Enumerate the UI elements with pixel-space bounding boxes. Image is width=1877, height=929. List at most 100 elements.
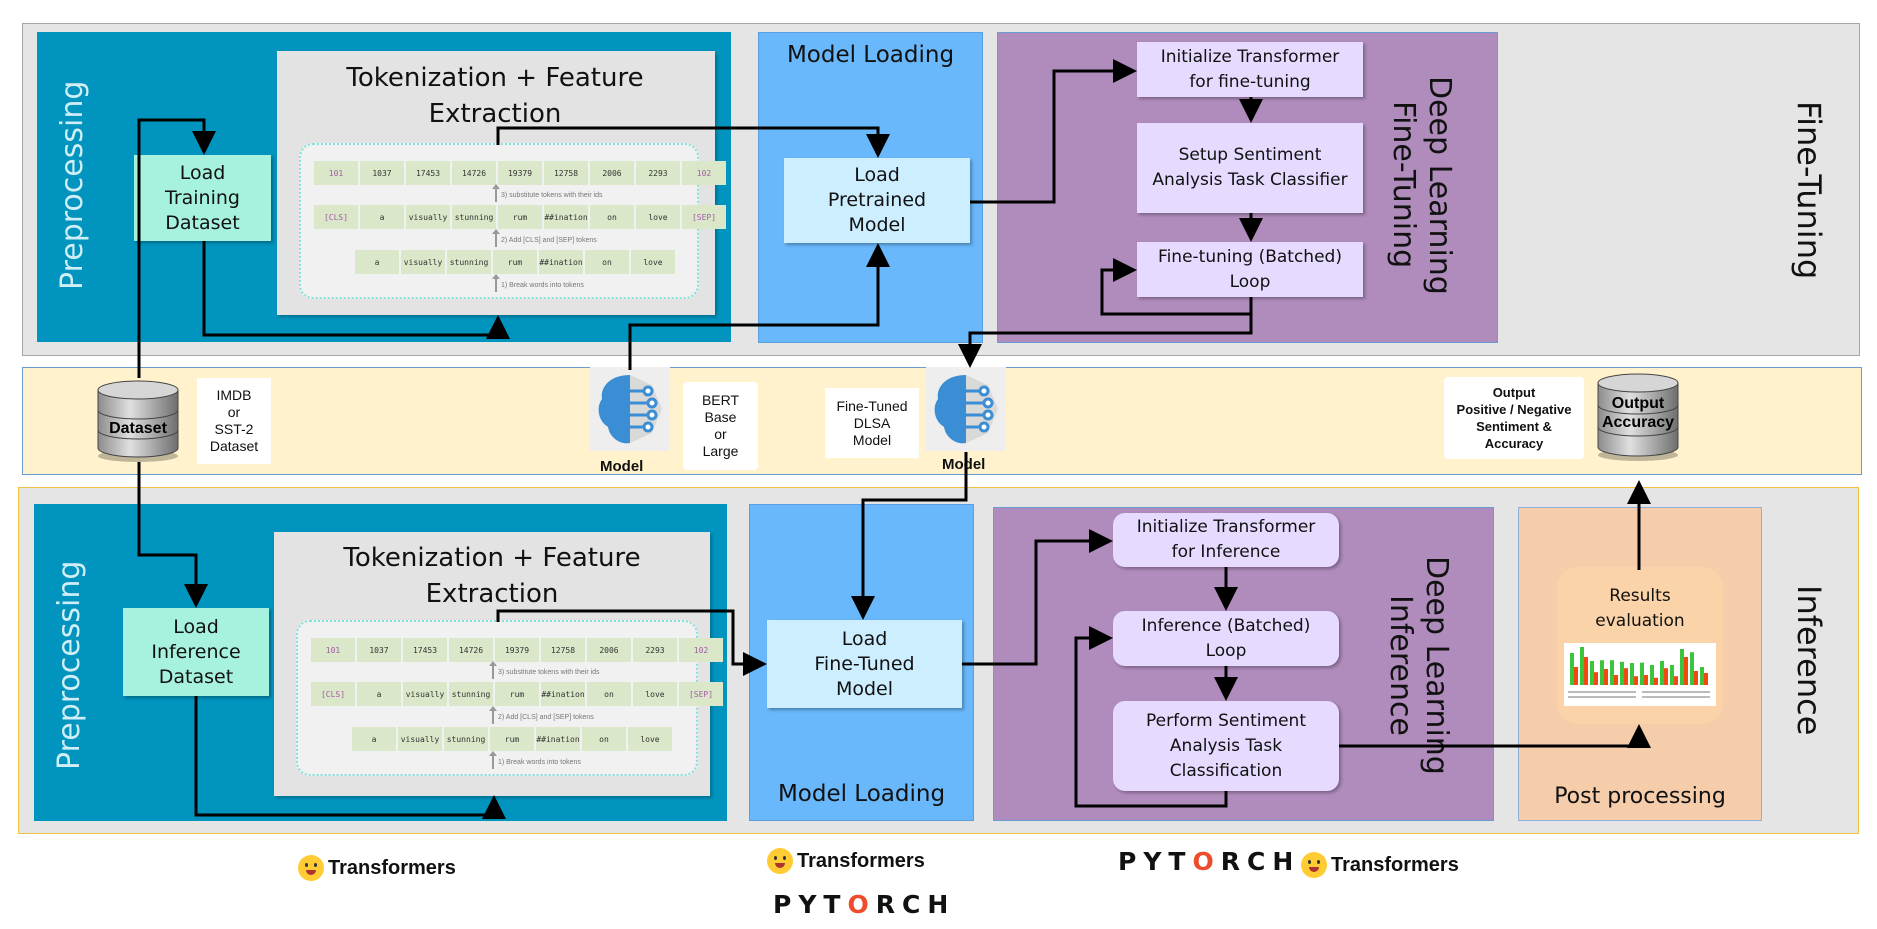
dataset-note: IMDB or SST-2 Dataset [197,378,271,464]
token: visually [403,682,447,706]
model2-label: Model [942,456,986,473]
thumb-bar-green [1690,652,1694,685]
tokenization-example-bottom: 101 1037 17453 14726 19379 12758 2006 22… [296,620,723,776]
thumb-bar-green [1620,661,1624,685]
load-finetuned-model-box[interactable]: Load Fine-Tuned Model [767,620,962,708]
tokenization-title-bottom: Tokenization + Feature Extraction [343,543,641,609]
dataset-db-label: Dataset [109,420,167,437]
thumb-bar-green [1660,661,1664,685]
transformers-text: Transformers [797,849,925,872]
token: stunning [449,682,493,706]
pytorch-logo-deep-learning: PYTORCH [1118,847,1301,876]
token-id: 14726 [452,161,496,185]
token: a [357,682,401,706]
thumb-bar-red [1594,672,1598,685]
token: stunning [444,727,488,751]
hugging-face-icon [1301,852,1327,878]
results-chart-thumbnail [1564,643,1716,706]
thumb-bar-red [1644,675,1648,685]
preprocessing-label-top: Preprocessing [55,80,90,290]
token-id: 12758 [544,161,588,185]
thumb-bar-green [1590,661,1594,685]
token-id: 17453 [406,161,450,185]
thumb-bar-green [1650,665,1654,685]
token: love [636,205,680,229]
token-id: 102 [682,161,726,185]
transformers-logo-deep-learning: Transformers [1301,852,1459,878]
thumb-text-line [1568,696,1636,698]
token: rum [490,727,534,751]
token: ##ination [544,205,588,229]
post-processing-label: Post processing [1554,784,1726,809]
step3-caption: 3) substitute tokens with their ids [489,661,600,679]
finetuned-model-icon[interactable] [926,367,1006,451]
thumb-bar-green [1610,660,1614,685]
load-inference-dataset-box[interactable]: Load Inference Dataset [123,608,269,696]
thumb-bar-red [1674,676,1678,685]
step1-caption: 1) Break words into tokens [489,751,581,769]
step2-caption: 2) Add [CLS] and [SEP] tokens [492,229,597,247]
token-id: 17453 [403,638,447,662]
deep-learning-inference-label: Deep Learning Inference [1383,555,1454,775]
token: love [633,682,677,706]
thumb-bar-red [1684,657,1688,685]
finetuning-section-label: Fine-Tuning [1790,100,1828,280]
token: on [585,250,629,274]
token-id: 2006 [587,638,631,662]
bert-note: BERT Base or Large [683,382,758,470]
token: ##ination [541,682,585,706]
transformers-logo-preprocessing: Transformers [298,855,456,881]
token-id: 14726 [449,638,493,662]
thumb-bar-green [1570,653,1574,685]
token-id: 2293 [633,638,677,662]
token-ids-row: 101 1037 17453 14726 19379 12758 2006 22… [314,161,726,185]
step2-caption: 2) Add [CLS] and [SEP] tokens [489,706,594,724]
inference-loop-box[interactable]: Inference (Batched) Loop [1113,611,1339,666]
token: stunning [452,205,496,229]
initialize-transformer-finetune-box[interactable]: Initialize Transformer for fine-tuning [1137,42,1363,97]
token-id: 1037 [360,161,404,185]
thumb-bar-red [1694,671,1698,685]
token: a [360,205,404,229]
load-training-dataset-box[interactable]: Load Training Dataset [134,155,271,241]
token: ##ination [539,250,583,274]
token-id: 101 [314,161,358,185]
output-accuracy-db-label: Output Accuracy [1601,395,1675,431]
setup-classifier-box[interactable]: Setup Sentiment Analysis Task Classifier [1137,123,1363,213]
preprocessing-label-bottom: Preprocessing [52,560,87,770]
token: [CLS] [311,682,355,706]
step1-caption: 1) Break words into tokens [492,274,584,292]
transformers-text: Transformers [328,856,456,879]
thumb-text-line [1642,696,1710,698]
load-pretrained-model-box[interactable]: Load Pretrained Model [784,158,970,243]
token: a [355,250,399,274]
thumb-bar-green [1600,660,1604,685]
token-id: 12758 [541,638,585,662]
token: love [631,250,675,274]
token: visually [398,727,442,751]
token: rum [493,250,537,274]
thumb-bar-green [1640,662,1644,685]
special-tokens-row: [CLS] a visually stunning rum ##ination … [314,205,726,229]
tokenization-example-top: 101 1037 17453 14726 19379 12758 2006 22… [299,143,726,299]
perform-classification-box[interactable]: Perform Sentiment Analysis Task Classifi… [1113,701,1339,791]
thumb-bar-red [1574,667,1578,685]
tokens-row: a visually stunning rum ##ination on lov… [355,250,675,274]
thumb-bar-red [1654,677,1658,685]
token: ##ination [536,727,580,751]
thumb-bar-red [1614,675,1618,685]
token: visually [401,250,445,274]
token-id: 2006 [590,161,634,185]
tokens-row: a visually stunning rum ##ination on lov… [352,727,672,751]
token: on [590,205,634,229]
bert-model-icon[interactable] [590,367,670,451]
token: [CLS] [314,205,358,229]
token-id: 101 [311,638,355,662]
initialize-transformer-inference-box[interactable]: Initialize Transformer for Inference [1113,513,1339,567]
thumb-bar-green [1630,663,1634,685]
finetuned-model-note: Fine-Tuned DLSA Model [825,388,919,458]
pytorch-logo-model-loading: PYTORCH [773,890,956,919]
token: on [587,682,631,706]
finetuning-loop-box[interactable]: Fine-tuning (Batched) Loop [1137,242,1363,297]
thumb-bar-green [1700,667,1704,685]
